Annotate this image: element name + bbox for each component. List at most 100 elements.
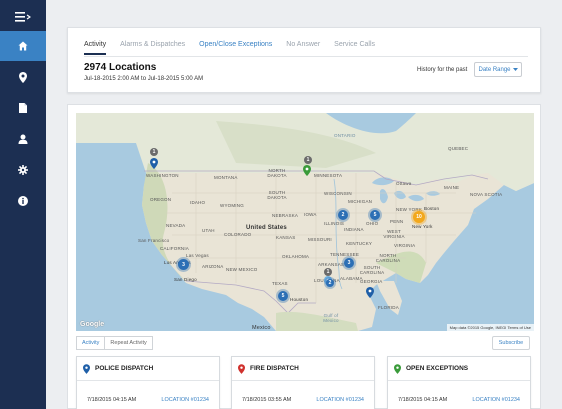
- map-label: Houston: [290, 297, 309, 302]
- caret-down-icon: [512, 68, 518, 71]
- map-cluster-marker[interactable]: 1: [150, 148, 158, 156]
- map-label: NEVADA: [166, 223, 186, 228]
- card-location-link[interactable]: LOCATION #01234: [161, 397, 209, 403]
- map-label: MISSOURI: [308, 237, 332, 242]
- card-title: FIRE DISPATCH: [250, 365, 299, 372]
- fire-dispatch-card[interactable]: FIRE DISPATCH 7/18/2015 03:55 AM LOCATIO…: [231, 356, 375, 409]
- map-label: Las Vegas: [186, 253, 209, 258]
- map-label: WISCONSIN: [324, 191, 352, 196]
- tabs-divider: [84, 56, 528, 57]
- card-row: 7/18/2015 04:15 AM LOCATION #01234: [77, 397, 219, 403]
- map-label: INDIANA: [344, 227, 364, 232]
- sidebar-item-info[interactable]: [0, 186, 46, 216]
- open-exceptions-card[interactable]: OPEN EXCEPTIONS 7/18/2015 04:15 AM LOCAT…: [387, 356, 531, 409]
- map-label: San Diego: [174, 277, 197, 282]
- card-location-link[interactable]: LOCATION #01234: [472, 397, 520, 403]
- map-cluster-marker[interactable]: 10: [413, 211, 425, 223]
- card-location-link[interactable]: LOCATION #01234: [316, 397, 364, 403]
- subscribe-button[interactable]: Subscribe: [492, 336, 530, 350]
- home-icon: [18, 41, 28, 51]
- card-title: OPEN EXCEPTIONS: [406, 365, 469, 372]
- map-label: ILLINOIS: [324, 221, 345, 226]
- card-time: 7/18/2015 03:55 AM: [242, 397, 292, 403]
- map-label: NEBRASKA: [272, 213, 299, 218]
- map-label: WYOMING: [220, 203, 244, 208]
- map-label: MINNESOTA: [314, 173, 343, 178]
- map-cluster-marker[interactable]: 3: [344, 258, 354, 268]
- date-range-dropdown[interactable]: Date Range: [474, 62, 522, 77]
- map-label: San Francisco: [138, 238, 170, 243]
- map-cluster-marker[interactable]: 2: [338, 210, 348, 220]
- map-label: KANSAS: [276, 235, 296, 240]
- map-label: ARIZONA: [202, 264, 224, 269]
- menu-icon: [15, 12, 31, 22]
- map-label: NOVA SCOTIA: [470, 192, 503, 197]
- document-icon: [19, 103, 27, 113]
- gear-icon: [18, 165, 28, 175]
- sidebar-item-map[interactable]: [0, 62, 46, 92]
- map-cluster-marker[interactable]: 1: [304, 156, 312, 164]
- blue-map-pin-icon: [83, 363, 90, 374]
- map-cluster-marker[interactable]: 5: [278, 291, 288, 301]
- card-time: 7/18/2015 04:15 AM: [87, 397, 137, 403]
- map-label: Ottawa: [396, 181, 412, 186]
- map-label: NEW MEXICO: [226, 267, 258, 272]
- tab-activity-list[interactable]: Activity: [76, 336, 106, 350]
- card-header: FIRE DISPATCH: [232, 357, 374, 381]
- date-range-text: Jul-18-2015 2:00 AM to Jul-18-2015 5:00 …: [84, 76, 204, 82]
- map-label: NORTH DAKOTA: [267, 168, 287, 178]
- card-time: 7/18/2015 04:15 AM: [398, 397, 448, 403]
- tab-alarms-dispatches[interactable]: Alarms & Dispatches: [120, 41, 185, 55]
- locations-map[interactable]: ONTARIO QUEBEC WASHINGTON MONTANA NORTH …: [76, 113, 534, 331]
- map-attribution[interactable]: Map data ©2015 Google, INEGI Terms of Us…: [446, 324, 534, 331]
- map-label: Boston: [424, 206, 440, 211]
- map-label: SOUTH DAKOTA: [267, 190, 287, 200]
- map-label: PENN: [390, 219, 404, 224]
- date-range-label: Date Range: [478, 66, 511, 73]
- tab-bar: Activity Alarms & Dispatches Open/Close …: [84, 41, 389, 55]
- map-label: OHIO: [366, 221, 379, 226]
- map-cluster-marker[interactable]: 5: [370, 210, 380, 220]
- tab-service-calls[interactable]: Service Calls: [334, 41, 375, 55]
- tab-open-close-exceptions[interactable]: Open/Close Exceptions: [199, 41, 272, 55]
- card-header: OPEN EXCEPTIONS: [388, 357, 530, 381]
- tab-activity[interactable]: Activity: [84, 41, 107, 55]
- map-label: New York: [412, 224, 433, 229]
- map-label: VIRGINIA: [394, 243, 416, 248]
- green-map-pin-icon: [394, 363, 401, 374]
- map-label: FLORIDA: [378, 305, 399, 310]
- map-cluster-marker[interactable]: 1: [324, 268, 332, 276]
- green-map-pin-icon[interactable]: [303, 165, 311, 176]
- history-label: History for the past: [417, 67, 468, 73]
- sidebar: [0, 0, 46, 409]
- map-label: COLORADO: [224, 232, 252, 237]
- map-label: Mexico: [252, 325, 271, 331]
- tab-no-answer[interactable]: No Answer: [286, 41, 320, 55]
- sidebar-item-users[interactable]: [0, 124, 46, 154]
- menu-button[interactable]: [0, 6, 46, 28]
- card-header: POLICE DISPATCH: [77, 357, 219, 381]
- sidebar-item-home[interactable]: [0, 31, 46, 61]
- tab-repeat-activity[interactable]: Repeat Activity: [105, 336, 153, 350]
- map-label: GEORGIA: [360, 279, 383, 284]
- map-label: ARKANSAS: [318, 262, 345, 267]
- blue-map-pin-icon[interactable]: [150, 158, 158, 169]
- map-label: NORTH CAROLINA: [375, 253, 401, 263]
- map-label: MONTANA: [214, 175, 238, 180]
- card-row: 7/18/2015 04:15 AM LOCATION #01234: [388, 397, 530, 403]
- sidebar-item-reports[interactable]: [0, 93, 46, 123]
- map-label: UTAH: [202, 228, 215, 233]
- map-label: IOWA: [304, 212, 317, 217]
- map-label: WASHINGTON: [146, 173, 179, 178]
- map-cluster-marker[interactable]: 3: [178, 259, 189, 270]
- user-icon: [18, 134, 28, 144]
- map-cluster-marker[interactable]: 2: [326, 279, 334, 287]
- card-title: POLICE DISPATCH: [95, 365, 154, 372]
- locations-count-title: 2974 Locations: [84, 62, 157, 73]
- police-dispatch-card[interactable]: POLICE DISPATCH 7/18/2015 04:15 AM LOCAT…: [76, 356, 220, 409]
- blue-map-pin-icon[interactable]: [366, 287, 374, 298]
- map-label: ONTARIO: [334, 133, 356, 138]
- info-icon: [18, 196, 28, 206]
- sidebar-item-settings[interactable]: [0, 155, 46, 185]
- summary-header: Activity Alarms & Dispatches Open/Close …: [67, 27, 541, 93]
